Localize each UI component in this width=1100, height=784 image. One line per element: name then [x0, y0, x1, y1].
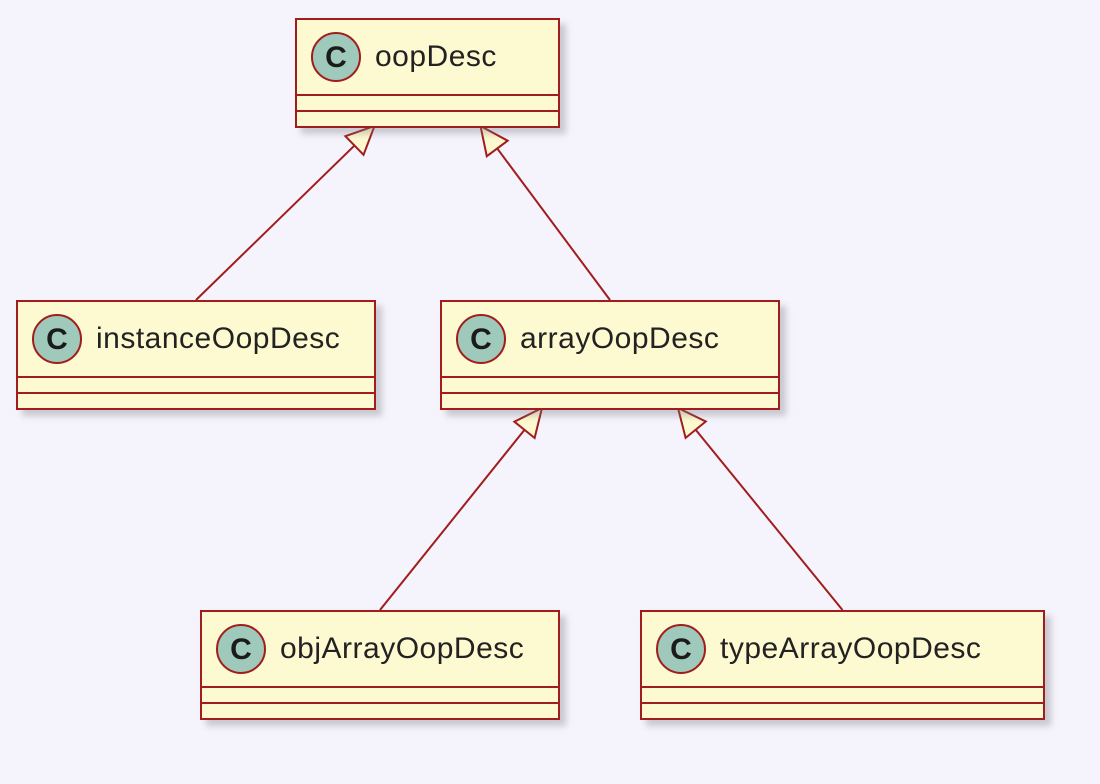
class-box-objArrayOopDesc: C objArrayOopDesc — [200, 610, 560, 720]
class-box-instanceOopDesc: C instanceOopDesc — [16, 300, 376, 410]
class-stereotype-icon: C — [656, 624, 706, 674]
class-attributes-compartment — [18, 378, 374, 394]
class-header: C oopDesc — [297, 20, 558, 96]
class-header: C instanceOopDesc — [18, 302, 374, 378]
class-stereotype-icon: C — [311, 32, 361, 82]
class-name-label: typeArrayOopDesc — [720, 632, 981, 666]
class-header: C objArrayOopDesc — [202, 612, 558, 688]
class-box-arrayOopDesc: C arrayOopDesc — [440, 300, 780, 410]
class-stereotype-letter: C — [470, 325, 492, 355]
class-header: C arrayOopDesc — [442, 302, 778, 378]
class-header: C typeArrayOopDesc — [642, 612, 1043, 688]
class-stereotype-letter: C — [325, 43, 347, 73]
class-operations-compartment — [18, 394, 374, 408]
class-attributes-compartment — [642, 688, 1043, 704]
class-attributes-compartment — [442, 378, 778, 394]
class-attributes-compartment — [297, 96, 558, 112]
class-stereotype-icon: C — [216, 624, 266, 674]
uml-class-diagram: C oopDesc C instanceOopDesc C arrayOopDe… — [0, 0, 1100, 784]
class-name-label: arrayOopDesc — [520, 322, 719, 356]
class-name-label: oopDesc — [375, 40, 497, 74]
class-name-label: objArrayOopDesc — [280, 632, 524, 666]
class-stereotype-icon: C — [456, 314, 506, 364]
class-operations-compartment — [297, 112, 558, 126]
class-stereotype-letter: C — [230, 635, 252, 665]
class-attributes-compartment — [202, 688, 558, 704]
class-box-typeArrayOopDesc: C typeArrayOopDesc — [640, 610, 1045, 720]
class-box-oopDesc: C oopDesc — [295, 18, 560, 128]
class-stereotype-letter: C — [670, 635, 692, 665]
class-operations-compartment — [642, 704, 1043, 718]
class-operations-compartment — [442, 394, 778, 408]
class-name-label: instanceOopDesc — [96, 322, 340, 356]
class-stereotype-icon: C — [32, 314, 82, 364]
class-operations-compartment — [202, 704, 558, 718]
class-stereotype-letter: C — [46, 325, 68, 355]
